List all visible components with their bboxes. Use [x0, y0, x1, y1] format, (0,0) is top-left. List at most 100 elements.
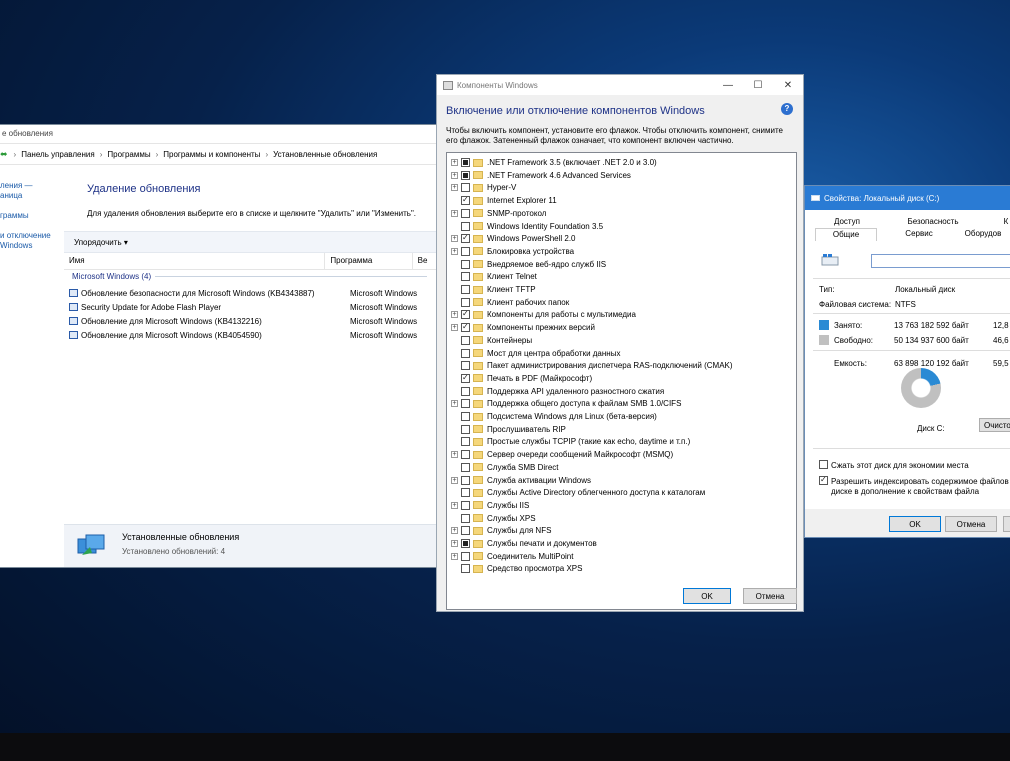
breadcrumb-programs[interactable]: Программы: [105, 150, 152, 159]
expand-icon[interactable]: +: [451, 311, 458, 319]
feature-checkbox[interactable]: [461, 233, 470, 244]
expand-icon[interactable]: +: [451, 501, 458, 509]
feature-checkbox[interactable]: [461, 208, 470, 218]
feature-item[interactable]: + Служба активации Windows: [447, 474, 591, 487]
feature-item[interactable]: + Компоненты для работы с мультимедиа: [447, 308, 636, 321]
feature-item[interactable]: Windows Identity Foundation 3.5: [447, 220, 603, 233]
feature-checkbox[interactable]: [461, 462, 470, 472]
feature-item[interactable]: Прослушиватель RIP: [447, 423, 566, 436]
column-program[interactable]: Программа: [325, 253, 413, 269]
volume-label-input[interactable]: [871, 254, 1010, 268]
breadcrumb-control-panel[interactable]: Панель управления: [19, 150, 97, 159]
expand-icon[interactable]: +: [451, 247, 458, 255]
disk-cleanup-button[interactable]: Очисто: [979, 418, 1010, 432]
feature-checkbox[interactable]: [461, 500, 470, 510]
feature-checkbox[interactable]: [461, 348, 470, 358]
nav-link-windows-features[interactable]: и отключение Windows: [0, 231, 64, 251]
feature-item[interactable]: + .NET Framework 3.5 (включает .NET 2.0 и…: [447, 156, 657, 169]
feature-checkbox[interactable]: [461, 513, 470, 523]
feature-item[interactable]: Поддержка API удаленного разностного сжа…: [447, 385, 664, 398]
organize-button[interactable]: Упорядочить ▾: [74, 238, 128, 247]
table-row[interactable]: Обновление безопасности для Microsoft Wi…: [69, 286, 437, 300]
feature-item[interactable]: + Сервер очереди сообщений Майкрософт (MS…: [447, 448, 673, 461]
address-bar[interactable]: ⬌ › Панель управления › Программы › Прог…: [0, 143, 437, 165]
maximize-button[interactable]: ☐: [743, 80, 773, 91]
feature-item[interactable]: + SNMP-протокол: [447, 207, 546, 220]
expand-icon[interactable]: +: [451, 540, 458, 547]
feature-checkbox[interactable]: [461, 246, 470, 256]
feature-checkbox[interactable]: [461, 221, 470, 231]
expand-icon[interactable]: +: [451, 209, 458, 217]
compress-checkbox[interactable]: [819, 460, 828, 469]
feature-checkbox[interactable]: [461, 564, 470, 574]
table-row[interactable]: Security Update for Adobe Flash Player M…: [69, 300, 437, 314]
tab-tools[interactable]: Сервис: [889, 228, 949, 240]
feature-item[interactable]: Службы Active Directory облегченного дос…: [447, 486, 705, 499]
feature-item[interactable]: Мост для центра обработки данных: [447, 347, 620, 360]
tab-sharing[interactable]: Доступ: [815, 216, 879, 228]
feature-item[interactable]: + Блокировка устройства: [447, 245, 574, 258]
feature-item[interactable]: Пакет администрирования диспетчера RAS-п…: [447, 359, 733, 372]
breadcrumb-programs-features[interactable]: Программы и компоненты: [161, 150, 262, 159]
feature-item[interactable]: Internet Explorer 11: [447, 194, 557, 207]
cancel-button[interactable]: Отмена: [743, 588, 797, 604]
ok-button[interactable]: OK: [683, 588, 731, 604]
tab-security[interactable]: Безопасность: [895, 216, 971, 228]
nav-link-programs[interactable]: граммы: [0, 211, 64, 221]
minimize-button[interactable]: —: [713, 80, 743, 91]
expand-icon[interactable]: +: [451, 235, 458, 243]
index-checkbox[interactable]: [819, 475, 828, 485]
feature-checkbox[interactable]: [461, 309, 470, 320]
expand-icon[interactable]: +: [451, 552, 458, 560]
feature-checkbox[interactable]: [461, 297, 470, 307]
table-row[interactable]: Обновление для Microsoft Windows (KB4132…: [69, 314, 437, 328]
expand-icon[interactable]: +: [451, 324, 458, 332]
feature-item[interactable]: + Службы IIS: [447, 499, 529, 512]
feature-checkbox[interactable]: [461, 399, 470, 409]
feature-checkbox[interactable]: [461, 361, 470, 371]
feature-checkbox[interactable]: [461, 539, 470, 548]
feature-checkbox[interactable]: [461, 285, 470, 294]
feature-item[interactable]: + Компоненты прежних версий: [447, 321, 595, 334]
feature-checkbox[interactable]: [461, 386, 470, 396]
tab-quota[interactable]: К: [1001, 216, 1010, 228]
feature-item[interactable]: + Hyper-V: [447, 181, 516, 194]
feature-checkbox[interactable]: [461, 551, 470, 561]
feature-item[interactable]: + Поддержка общего доступа к файлам SMB 1…: [447, 397, 681, 410]
feature-checkbox[interactable]: [461, 475, 470, 485]
feature-item[interactable]: Средство просмотра XPS: [447, 562, 582, 575]
expand-icon[interactable]: +: [451, 184, 458, 192]
table-row[interactable]: Обновление для Microsoft Windows (KB4054…: [69, 328, 437, 342]
feature-item[interactable]: Печать в PDF (Майкрософт): [447, 372, 592, 385]
feature-item[interactable]: + Windows PowerShell 2.0: [447, 232, 575, 245]
feature-checkbox[interactable]: [461, 272, 470, 282]
feature-item[interactable]: Служба SMB Direct: [447, 461, 559, 474]
feature-item[interactable]: Клиент рабочих папок: [447, 296, 569, 309]
feature-item[interactable]: Простые службы TCPIP (такие как echo, da…: [447, 435, 690, 448]
expand-icon[interactable]: +: [451, 527, 458, 535]
expand-icon[interactable]: +: [451, 171, 458, 179]
feature-checkbox[interactable]: [461, 488, 470, 498]
group-header[interactable]: Microsoft Windows (4): [72, 272, 427, 281]
column-version[interactable]: Ве: [413, 253, 437, 269]
help-icon[interactable]: ?: [781, 103, 793, 115]
column-name[interactable]: Имя: [64, 253, 326, 269]
feature-checkbox[interactable]: [461, 322, 470, 333]
feature-checkbox[interactable]: [461, 335, 470, 345]
feature-item[interactable]: + Службы печати и документов: [447, 537, 597, 550]
expand-icon[interactable]: +: [451, 451, 458, 459]
feature-checkbox[interactable]: [461, 183, 470, 193]
feature-item[interactable]: Службы XPS: [447, 512, 536, 525]
tab-hardware[interactable]: Оборудов: [955, 228, 1010, 240]
apply-button[interactable]: [1003, 516, 1010, 532]
feature-item[interactable]: Клиент TFTP: [447, 283, 536, 296]
feature-checkbox[interactable]: [461, 373, 470, 383]
feature-checkbox[interactable]: [461, 412, 470, 421]
feature-checkbox[interactable]: [461, 195, 470, 206]
feature-checkbox[interactable]: [461, 450, 470, 460]
feature-checkbox[interactable]: [461, 424, 470, 434]
feature-item[interactable]: Клиент Telnet: [447, 270, 537, 283]
close-button[interactable]: ✕: [773, 80, 803, 91]
feature-checkbox[interactable]: [461, 437, 470, 447]
feature-checkbox[interactable]: [461, 170, 470, 180]
